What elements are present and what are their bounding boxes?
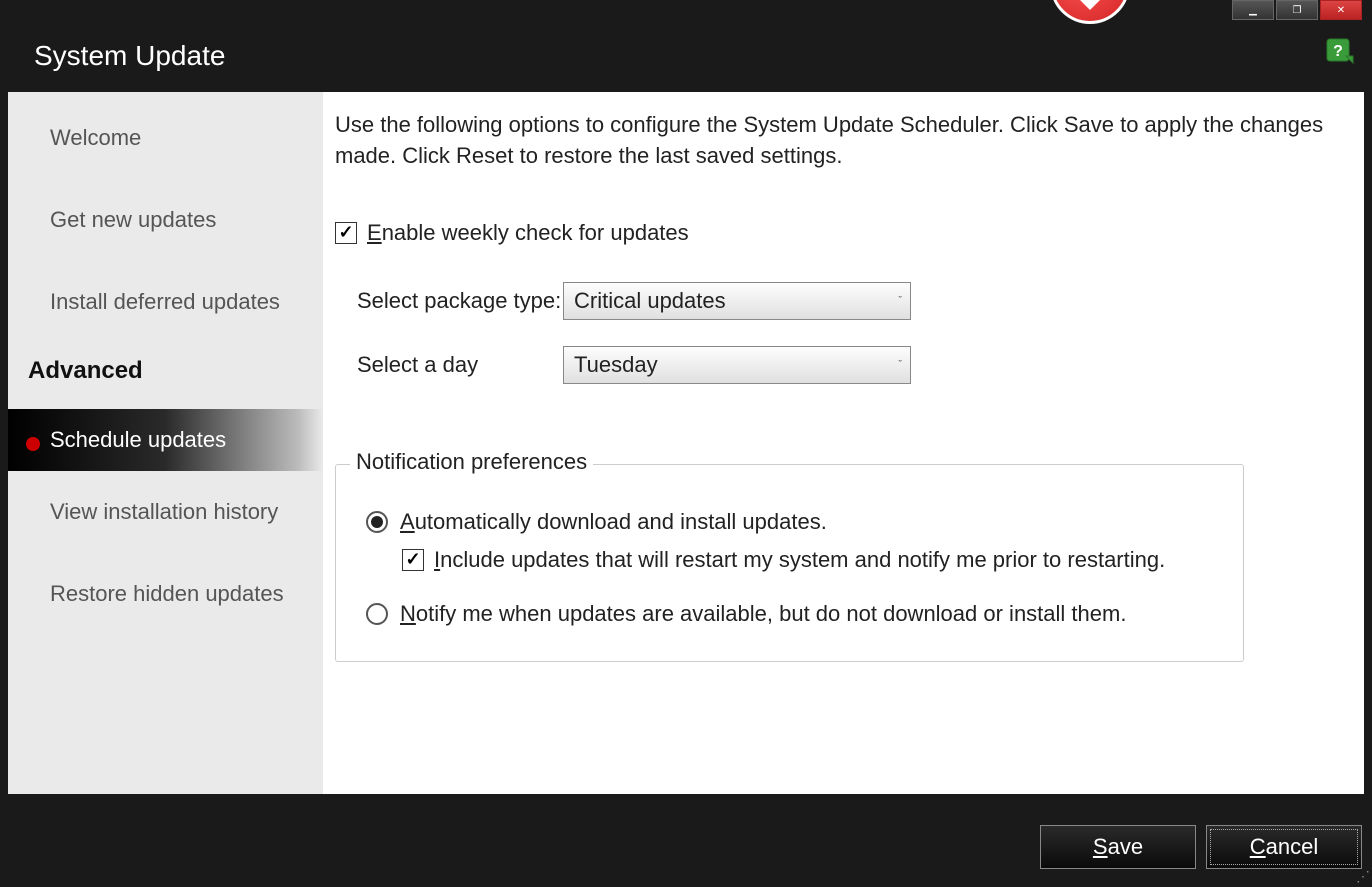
auto-install-label: Automatically download and install updat… <box>400 509 827 535</box>
help-icon[interactable]: ? <box>1326 38 1354 66</box>
sidebar-section-advanced: Advanced <box>8 343 323 409</box>
chevron-down-icon: ˇ <box>898 295 902 307</box>
enable-weekly-label: Enable weekly check for updates <box>367 220 689 246</box>
package-type-label: Select package type: <box>357 288 563 314</box>
sidebar-item-install-deferred[interactable]: Install deferred updates <box>8 261 323 343</box>
sidebar-item-welcome[interactable]: Welcome <box>8 97 323 179</box>
day-label: Select a day <box>357 352 563 378</box>
fieldset-legend: Notification preferences <box>350 449 593 475</box>
logo-badge <box>1050 0 1130 30</box>
save-button[interactable]: Save <box>1040 825 1196 869</box>
sidebar-item-restore-hidden[interactable]: Restore hidden updates <box>8 553 323 635</box>
resize-grip[interactable]: ⋰ <box>1356 868 1370 885</box>
svg-text:?: ? <box>1333 43 1343 60</box>
main-content: Use the following options to configure t… <box>323 92 1364 794</box>
minimize-button[interactable]: ▁ <box>1232 0 1274 20</box>
close-button[interactable]: ✕ <box>1320 0 1362 20</box>
sidebar: Welcome Get new updates Install deferred… <box>8 92 323 794</box>
maximize-button[interactable]: ❐ <box>1276 0 1318 20</box>
include-restart-checkbox[interactable] <box>402 549 424 571</box>
notification-preferences-fieldset: Notification preferences Automatically d… <box>335 464 1244 662</box>
cancel-button[interactable]: Cancel <box>1206 825 1362 869</box>
sidebar-item-schedule-updates[interactable]: Schedule updates <box>8 409 323 471</box>
day-select[interactable]: Tuesday ˇ <box>563 346 911 384</box>
include-restart-label: Include updates that will restart my sys… <box>434 547 1165 573</box>
notify-only-label: Notify me when updates are available, bu… <box>400 601 1126 627</box>
package-type-value: Critical updates <box>574 288 726 314</box>
auto-install-radio[interactable] <box>366 511 388 533</box>
notify-only-radio[interactable] <box>366 603 388 625</box>
enable-weekly-checkbox[interactable] <box>335 222 357 244</box>
intro-text: Use the following options to configure t… <box>335 110 1354 172</box>
package-type-select[interactable]: Critical updates ˇ <box>563 282 911 320</box>
day-value: Tuesday <box>574 352 658 378</box>
chevron-down-icon: ˇ <box>898 359 902 371</box>
sidebar-item-view-history[interactable]: View installation history <box>8 471 323 553</box>
page-title: System Update <box>0 20 1372 92</box>
sidebar-item-get-updates[interactable]: Get new updates <box>8 179 323 261</box>
